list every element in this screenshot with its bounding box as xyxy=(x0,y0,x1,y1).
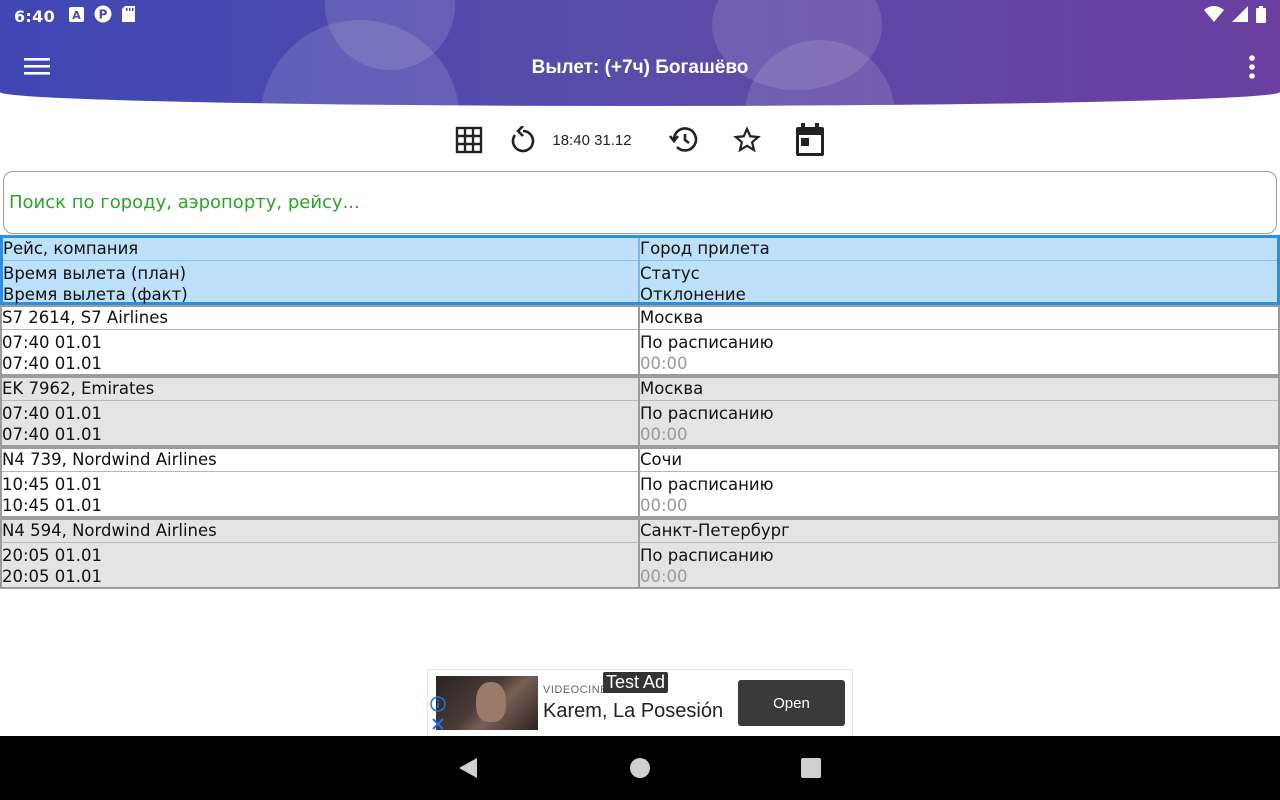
history-icon[interactable] xyxy=(667,118,699,162)
header-left-cell: Рейс, компания Время вылета (план) Время… xyxy=(3,238,640,304)
header-status: Статус xyxy=(640,264,700,283)
grid-icon[interactable] xyxy=(454,118,484,162)
deviation: 00:00 xyxy=(640,425,688,444)
hamburger-menu-icon[interactable] xyxy=(24,56,52,80)
row-right-cell: Сочи По расписанию 00:00 xyxy=(640,449,1278,516)
star-icon[interactable] xyxy=(732,118,762,162)
flight-status: По расписанию xyxy=(640,333,774,352)
row-right-cell: Москва По расписанию 00:00 xyxy=(640,378,1278,445)
planned-time: 07:40 01.01 xyxy=(2,404,103,423)
arrival-city: Москва xyxy=(640,378,1278,401)
planned-time: 10:45 01.01 xyxy=(2,475,103,494)
status-time: 6:40 xyxy=(14,6,55,26)
sd-card-icon xyxy=(122,6,135,26)
header-city: Город прилета xyxy=(640,238,1277,261)
actual-time: 10:45 01.01 xyxy=(2,496,103,515)
header-deviation: Отклонение xyxy=(640,285,746,304)
calendar-icon[interactable] xyxy=(795,118,825,162)
flight-company: S7 2614, S7 Airlines xyxy=(2,307,638,330)
battery-icon xyxy=(1256,5,1266,27)
table-row[interactable]: N4 739, Nordwind Airlines 10:45 01.01 10… xyxy=(0,447,1280,518)
svg-text:A: A xyxy=(72,9,81,22)
status-bar: 6:40 A P xyxy=(0,0,1280,32)
flight-company: EK 7962, Emirates xyxy=(2,378,638,401)
planned-time: 07:40 01.01 xyxy=(2,333,103,352)
search-input[interactable] xyxy=(4,172,1276,233)
a-box-icon: A xyxy=(69,6,84,26)
row-left-cell: S7 2614, S7 Airlines 07:40 01.01 07:40 0… xyxy=(2,307,640,374)
row-left-cell: EK 7962, Emirates 07:40 01.01 07:40 01.0… xyxy=(2,378,640,445)
ad-info-icon[interactable] xyxy=(430,696,446,716)
flight-status: По расписанию xyxy=(640,404,774,423)
table-row[interactable]: N4 594, Nordwind Airlines 20:05 01.01 20… xyxy=(0,518,1280,589)
row-right-cell: Санкт-Петербург По расписанию 00:00 xyxy=(640,520,1278,587)
app-bar: Вылет: (+7ч) Богашёво xyxy=(0,32,1280,106)
flight-status: По расписанию xyxy=(640,475,774,494)
actual-time: 07:40 01.01 xyxy=(2,354,103,373)
page-title: Вылет: (+7ч) Богашёво xyxy=(531,57,749,78)
header-right-cell: Город прилета Статус Отклонение xyxy=(640,238,1277,304)
deviation: 00:00 xyxy=(640,354,688,373)
header-flight: Рейс, компания xyxy=(3,238,638,261)
home-icon[interactable] xyxy=(629,757,651,783)
arrival-city: Сочи xyxy=(640,449,1278,472)
row-left-cell: N4 739, Nordwind Airlines 10:45 01.01 10… xyxy=(2,449,640,516)
row-left-cell: N4 594, Nordwind Airlines 20:05 01.01 20… xyxy=(2,520,640,587)
deviation: 00:00 xyxy=(640,496,688,515)
ad-title[interactable]: Karem, La Posesión xyxy=(543,700,723,723)
toolbar: 18:40 31.12 xyxy=(0,118,1280,162)
planned-time: 20:05 01.01 xyxy=(2,546,103,565)
more-options-icon[interactable] xyxy=(1248,54,1258,84)
arrival-city: Москва xyxy=(640,307,1278,330)
departures-table: Рейс, компания Время вылета (план) Время… xyxy=(0,235,1280,589)
table-row[interactable]: EK 7962, Emirates 07:40 01.01 07:40 01.0… xyxy=(0,376,1280,447)
search-box xyxy=(3,171,1277,234)
table-header: Рейс, компания Время вылета (план) Время… xyxy=(0,235,1280,305)
flight-company: N4 739, Nordwind Airlines xyxy=(2,449,638,472)
back-icon[interactable] xyxy=(457,756,479,784)
test-ad-badge: Test Ad xyxy=(603,672,669,693)
update-time: 18:40 31.12 xyxy=(552,131,632,149)
flight-company: N4 594, Nordwind Airlines xyxy=(2,520,638,543)
ad-thumbnail[interactable] xyxy=(436,676,538,730)
ad-open-button[interactable]: Open xyxy=(738,680,845,726)
banner-ad[interactable]: VIDEOCINE Test Ad Karem, La Posesión Ope… xyxy=(427,669,853,737)
actual-time: 07:40 01.01 xyxy=(2,425,103,444)
navigation-bar xyxy=(0,736,1280,800)
svg-text:P: P xyxy=(99,8,108,22)
signal-icon xyxy=(1232,6,1248,26)
deviation: 00:00 xyxy=(640,567,688,586)
ad-close-icon[interactable] xyxy=(430,716,446,736)
wifi-icon xyxy=(1204,6,1224,26)
arrival-city: Санкт-Петербург xyxy=(640,520,1278,543)
ad-source: VIDEOCINE xyxy=(543,684,609,696)
actual-time: 20:05 01.01 xyxy=(2,567,103,586)
row-right-cell: Москва По расписанию 00:00 xyxy=(640,307,1278,374)
table-row[interactable]: S7 2614, S7 Airlines 07:40 01.01 07:40 0… xyxy=(0,305,1280,376)
flight-status: По расписанию xyxy=(640,546,774,565)
refresh-icon[interactable] xyxy=(508,118,538,162)
app-header: 6:40 A P Вылет: (+7ч) Богашёво xyxy=(0,0,1280,106)
header-actual-time: Время вылета (факт) xyxy=(3,285,188,304)
recents-icon[interactable] xyxy=(800,757,822,783)
p-circle-icon: P xyxy=(94,5,112,27)
header-planned-time: Время вылета (план) xyxy=(3,264,187,283)
